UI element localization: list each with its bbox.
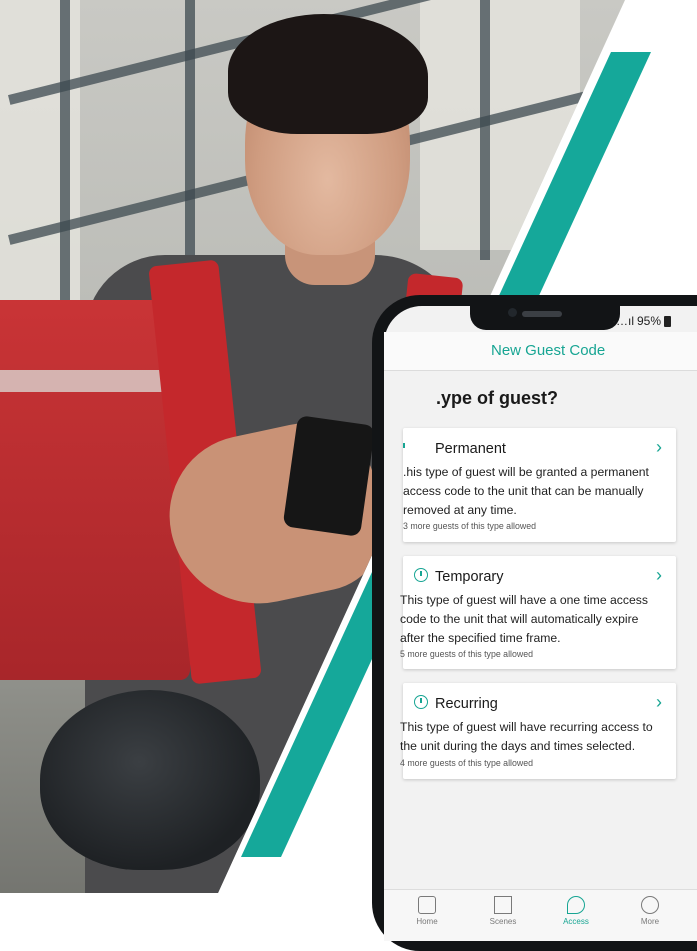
nav-label: Access [563,917,589,926]
app-header: New Guest Code [384,332,697,371]
card-note: 4 more guests of this type allowed [400,758,534,768]
speaker-grille [522,311,562,317]
chevron-right-icon[interactable]: › [656,692,662,713]
more-icon [641,896,659,914]
person-hair [228,14,428,134]
card-note: 3 more guests of this type allowed [403,521,537,531]
card-title: Recurring [435,696,498,712]
page-title: New Guest Code [491,342,606,359]
nav-label: Home [416,917,438,926]
card-description: .his type of guest will be granted a per… [403,465,649,517]
card-description: This type of guest will have recurring a… [400,720,653,753]
status-bar: ·…ıl 95% [612,314,672,328]
timer-icon [414,568,428,582]
held-phone [282,415,376,537]
battery-level: 95% [637,314,662,328]
guest-type-card-temporary[interactable]: Temporary › This type of guest will have… [400,556,676,669]
chevron-right-icon[interactable]: › [656,565,662,586]
guest-type-card-recurring[interactable]: Recurring › This type of guest will have… [400,683,676,779]
nav-label: Scenes [489,917,517,926]
card-title: Temporary [435,569,504,585]
front-camera [508,308,517,317]
nav-item-scenes[interactable]: Scenes [473,896,533,926]
guest-type-card-permanent[interactable]: Permanent › .his type of guest will be g… [403,428,676,542]
signal-icon: ·…ıl [612,314,634,328]
guest-type-question: .ype of guest? [436,388,559,408]
card-description: This type of guest will have a one time … [400,593,648,645]
scenes-icon [494,896,512,914]
card-title: Permanent [435,441,506,457]
helmet [40,690,260,870]
nav-label: More [640,917,660,926]
bottom-nav: Home Scenes Access More [384,889,697,941]
recurring-clock-icon [414,695,428,709]
nav-item-home[interactable]: Home [397,896,457,926]
nav-item-more[interactable]: More [620,896,680,926]
battery-icon [664,315,672,327]
card-note: 5 more guests of this type allowed [400,649,534,659]
chevron-right-icon[interactable]: › [656,437,662,458]
nav-item-access[interactable]: Access [546,896,606,926]
permanent-icon [397,440,411,454]
key-icon [567,896,585,914]
home-icon [418,896,436,914]
